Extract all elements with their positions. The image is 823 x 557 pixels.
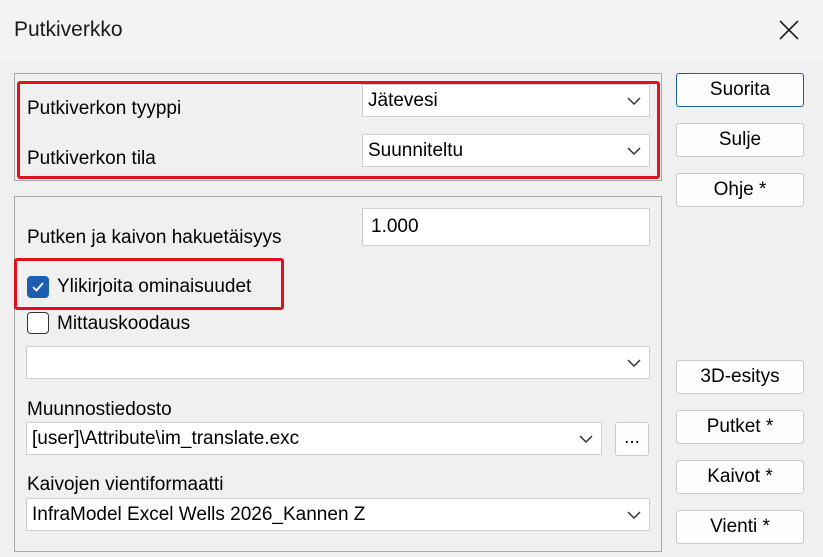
chevron-down-icon [579, 434, 593, 443]
chevron-down-icon [627, 358, 641, 367]
measure-coding-select[interactable] [26, 346, 650, 379]
title-bar: Putkiverkko [0, 0, 823, 60]
translation-file-label: Muunnostiedosto [27, 399, 172, 420]
highlight-network-group [17, 81, 660, 179]
close-icon [779, 20, 799, 40]
measure-coding-label[interactable]: Mittauskoodaus [57, 313, 190, 335]
export-format-value: InfraModel Excel Wells 2026_Kannen Z [32, 504, 366, 525]
run-button[interactable]: Suorita [676, 73, 804, 107]
window-title: Putkiverkko [14, 18, 123, 41]
help-button[interactable]: Ohje * [676, 173, 804, 207]
view-3d-button[interactable]: 3D-esitys [676, 360, 804, 394]
search-distance-label: Putken ja kaivon hakuetäisyys [27, 227, 282, 248]
search-distance-value: 1.000 [371, 216, 419, 237]
wells-button[interactable]: Kaivot * [676, 460, 804, 494]
export-format-label: Kaivojen vientiformaatti [27, 474, 224, 495]
highlight-overwrite [14, 258, 284, 310]
pipes-button[interactable]: Putket * [676, 410, 804, 444]
dialog-body: Putkiverkon tyyppi Jätevesi Putkiverkon … [0, 60, 823, 557]
close-button[interactable]: Sulje [676, 123, 804, 157]
chevron-down-icon [627, 510, 641, 519]
translation-file-value: [user]\Attribute\im_translate.exc [32, 428, 300, 449]
measure-coding-checkbox[interactable] [27, 312, 49, 334]
browse-button[interactable]: ... [615, 422, 649, 456]
export-button[interactable]: Vienti * [676, 510, 804, 544]
translation-file-select[interactable]: [user]\Attribute\im_translate.exc [26, 422, 602, 455]
search-distance-input[interactable]: 1.000 [362, 208, 650, 246]
export-format-select[interactable]: InfraModel Excel Wells 2026_Kannen Z [26, 498, 650, 531]
close-window-button[interactable] [763, 8, 815, 52]
